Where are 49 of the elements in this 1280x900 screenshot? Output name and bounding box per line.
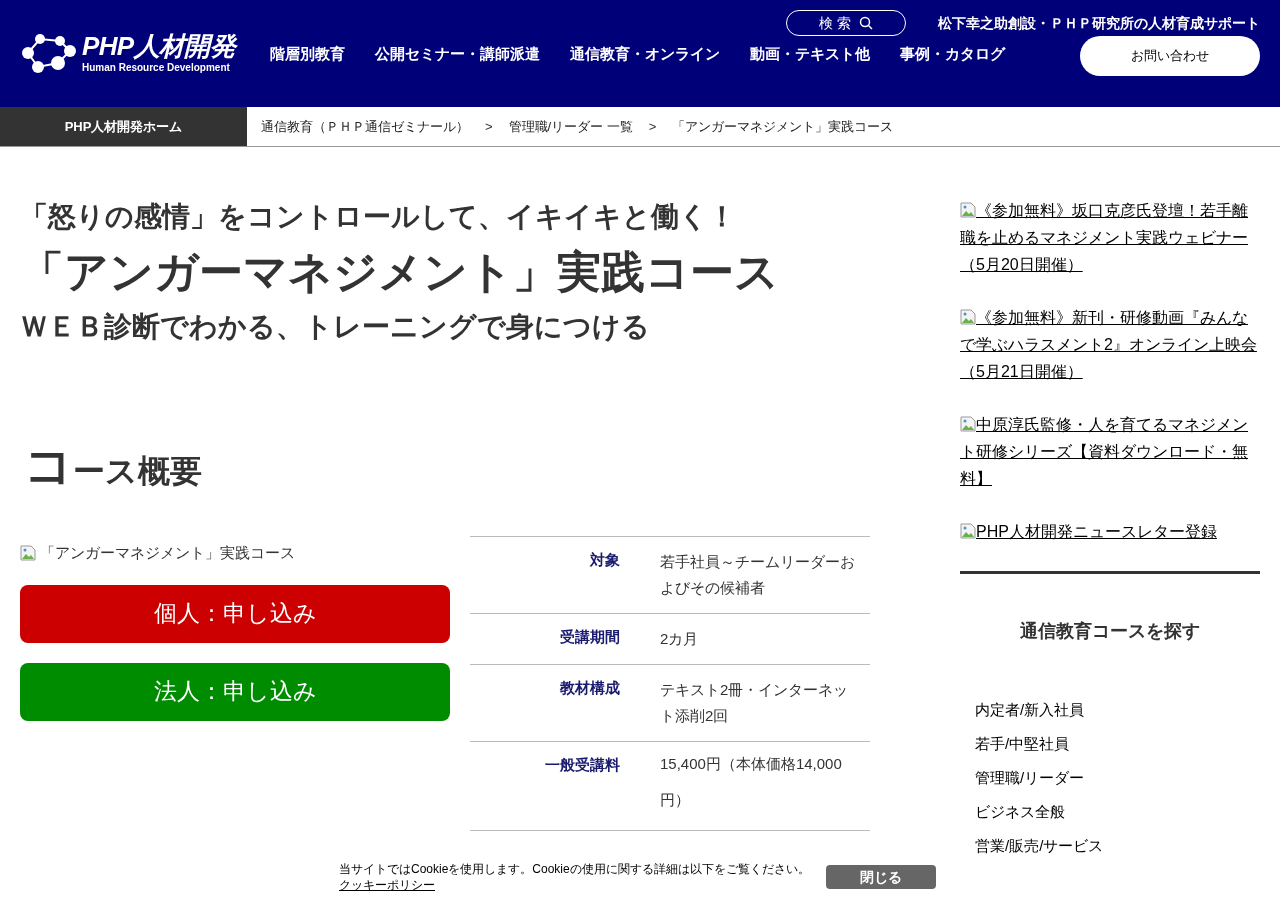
nav-link[interactable]: 階層別教育 [270, 43, 345, 66]
breadcrumb-separator: > [485, 117, 493, 136]
apply-button[interactable]: 法人：申し込み [20, 662, 450, 721]
logo-tagline: Human Resource Development [82, 63, 231, 73]
table-value: 若手社員～チームリーダーおよびその候補者 [660, 552, 856, 598]
broken-image-icon [960, 523, 976, 539]
breadcrumb-link[interactable]: 管理職/リーダー 一覧 [508, 116, 633, 137]
category-link[interactable]: 若手/中堅社員 [975, 727, 1260, 761]
course-subtitle: ＷＥＢ診断でわかる、トレーニングで身につける [20, 309, 651, 345]
cookie-notice: 当サイトではCookieを使用します。Cookieの使用に関する詳細は以下をご覧ください。 [339, 861, 810, 877]
table-label: 教材構成 [559, 678, 620, 698]
course-title: 「アンガーマネジメント」実践コース [20, 245, 780, 299]
table-label: 受講期間 [559, 627, 620, 647]
broken-image-icon [960, 202, 976, 218]
nav-link[interactable]: 動画・テキスト他 [750, 43, 870, 66]
contact-button[interactable]: お問い合わせ [1080, 36, 1260, 76]
apply-button[interactable]: 個人：申し込み [20, 584, 450, 643]
image-alt-text: 「アンガーマネジメント」実践コース [40, 543, 295, 563]
broken-image-icon [20, 545, 36, 562]
banner-link[interactable]: 中原淳氏監修・人を育てるマネジメント研修シリーズ【資料ダウンロード・無料】 [960, 411, 1260, 492]
banner-link[interactable]: 《参加無料》新刊・研修動画『みんなで学ぶハラスメント2』オンライン上映会（5月21日開催） [960, 304, 1260, 385]
breadcrumb-home[interactable]: PHP人材開発ホーム [0, 107, 247, 146]
banner-link[interactable]: PHP人材開発ニュースレター登録 [960, 518, 1260, 545]
category-link[interactable]: ビジネス全般 [975, 795, 1260, 829]
cookie-policy-link[interactable]: クッキーポリシー [339, 877, 435, 893]
table-value: 15,400円（本体価格14,000円） [660, 754, 843, 810]
nav-link[interactable]: 通信教育・オンライン [570, 43, 720, 66]
breadcrumb-link[interactable]: 通信教育（ＰＨＰ通信ゼミナール） [261, 116, 469, 137]
banner-link[interactable]: 《参加無料》坂口克彦氏登壇！若手離職を止めるマネジメント実践ウェビナー（5月20日開催） [960, 197, 1260, 278]
table-label: 対象 [589, 550, 620, 570]
breadcrumb-separator: > [648, 117, 657, 136]
table-value: テキスト2冊・インターネット添削2回 [660, 680, 850, 726]
network-logo-icon [20, 31, 78, 75]
search-icon [858, 15, 873, 30]
site-tagline: 松下幸之助創設・ＰＨＰ研究所の人材育成サポート [938, 13, 1260, 33]
section-heading: コース概要 [23, 436, 203, 495]
nav-link[interactable]: 事例・カタログ [900, 43, 1005, 66]
table-label: 一般受講料 [544, 755, 620, 775]
broken-image-icon [960, 309, 976, 325]
nav-link[interactable]: 公開セミナー・講師派遣 [375, 43, 540, 66]
breadcrumb-link[interactable]: 「アンガーマネジメント」実践コース [672, 116, 894, 137]
title-lead: 「怒りの感情」をコントロールして、イキイキと働く！ [20, 199, 737, 235]
table-value: 2カ月 [660, 629, 700, 649]
category-link[interactable]: 内定者/新入社員 [975, 693, 1260, 727]
sidebar-heading: 通信教育コースを探す [1019, 620, 1201, 643]
category-link[interactable]: 営業/販売/サービス [975, 829, 1260, 863]
close-button[interactable]: 閉じる [825, 865, 936, 889]
broken-image-icon [960, 416, 976, 432]
category-link[interactable]: 管理職/リーダー [975, 761, 1260, 795]
